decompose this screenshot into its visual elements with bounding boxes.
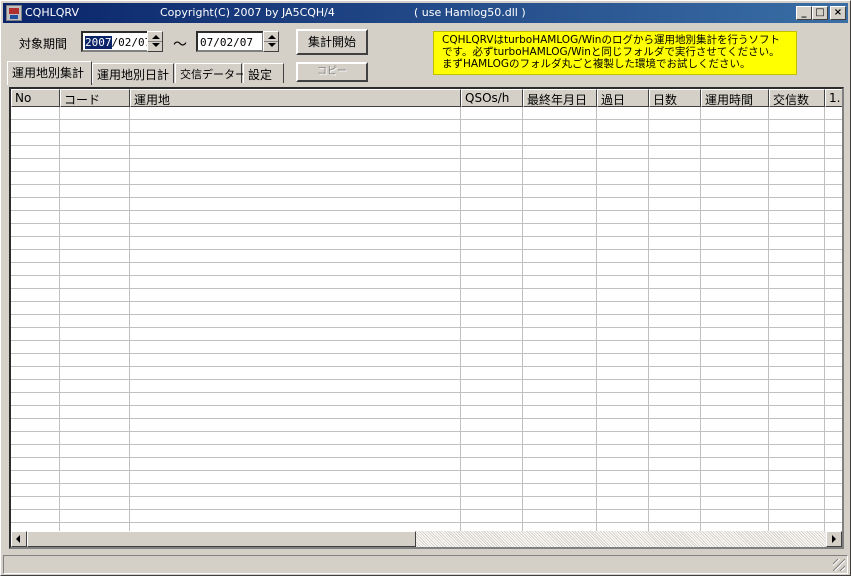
table-row[interactable] — [11, 185, 842, 198]
close-icon[interactable]: × — [830, 6, 846, 20]
table-row[interactable] — [11, 497, 842, 510]
table-row[interactable] — [11, 120, 842, 133]
spin-down-icon[interactable] — [152, 43, 160, 47]
maximize-icon[interactable]: □ — [812, 6, 828, 20]
copy-button[interactable]: コピー — [296, 62, 368, 82]
info-note: CQHLQRVはturboHAMLOG/Winのログから運用地別集計を行うソフト… — [433, 31, 797, 75]
table-row[interactable] — [11, 263, 842, 276]
grid-col-line — [648, 107, 649, 531]
grid-col-line — [596, 107, 597, 531]
column-header-code[interactable]: コード — [60, 89, 130, 107]
scrollbar-track[interactable] — [416, 531, 826, 547]
table-row[interactable] — [11, 406, 842, 419]
spin-up-icon[interactable] — [268, 35, 276, 39]
grid-col-line — [59, 107, 60, 531]
grid-col-line — [522, 107, 523, 531]
table-row[interactable] — [11, 328, 842, 341]
from-date-rest: /02/07 — [111, 36, 152, 49]
table-row[interactable] — [11, 224, 842, 237]
spin-up-icon[interactable] — [152, 35, 160, 39]
spin-divider — [148, 41, 162, 42]
tab-qso-data[interactable]: 交信データー — [175, 63, 246, 83]
table-row[interactable] — [11, 250, 842, 263]
table-row[interactable] — [11, 172, 842, 185]
summary-grid[interactable]: No コード 運用地 QSOs/h 最終年月日 過日 日数 運用時間 交信数 1… — [9, 87, 844, 549]
note-line: です。必ずturboHAMLOG/Winと同じフォルダで実行させてください。 — [442, 46, 780, 58]
tab-location-summary[interactable]: 運用地別集計 — [7, 61, 92, 85]
column-header-days[interactable]: 日数 — [649, 89, 701, 107]
range-tilde: 〜 — [173, 37, 187, 53]
column-header-qso-count[interactable]: 交信数 — [769, 89, 825, 107]
spin-down-icon[interactable] — [268, 43, 276, 47]
table-row[interactable] — [11, 354, 842, 367]
to-date-spinner[interactable] — [263, 31, 279, 52]
column-header-qsos-per-hour[interactable]: QSOs/h — [461, 89, 523, 107]
table-row[interactable] — [11, 289, 842, 302]
status-bar — [3, 555, 848, 574]
table-row[interactable] — [11, 107, 842, 120]
table-row[interactable] — [11, 159, 842, 172]
from-date-spinner[interactable] — [147, 31, 163, 52]
horizontal-scrollbar[interactable] — [11, 531, 842, 547]
to-date-input[interactable]: 07/02/07 — [196, 31, 264, 52]
tab-settings[interactable]: 設定 — [243, 63, 284, 83]
column-header-operating-time[interactable]: 運用時間 — [701, 89, 769, 107]
start-aggregation-button[interactable]: 集計開始 — [296, 29, 368, 55]
table-row[interactable] — [11, 484, 842, 497]
table-row[interactable] — [11, 419, 842, 432]
from-date-year-selected: 2007 — [85, 36, 112, 49]
scrollbar-thumb[interactable] — [27, 531, 416, 547]
grid-col-line — [768, 107, 769, 531]
table-row[interactable] — [11, 510, 842, 523]
period-label: 対象期間 — [19, 37, 68, 51]
grid-rows — [11, 107, 842, 531]
grid-col-line — [824, 107, 825, 531]
table-row[interactable] — [11, 133, 842, 146]
dll-note: ( use Hamlog50.dll ) — [414, 6, 526, 19]
spin-divider — [264, 41, 278, 42]
table-row[interactable] — [11, 393, 842, 406]
grid-col-line — [460, 107, 461, 531]
table-row[interactable] — [11, 432, 842, 445]
table-row[interactable] — [11, 315, 842, 328]
column-header-no[interactable]: No — [11, 89, 60, 107]
table-row[interactable] — [11, 198, 842, 211]
grid-header: No コード 運用地 QSOs/h 最終年月日 過日 日数 運用時間 交信数 1… — [11, 89, 842, 107]
column-header-location[interactable]: 運用地 — [130, 89, 461, 107]
app-title: CQHLQRV — [25, 6, 79, 19]
scroll-left-icon[interactable] — [11, 531, 27, 547]
table-row[interactable] — [11, 471, 842, 484]
table-row[interactable] — [11, 146, 842, 159]
scroll-right-icon[interactable] — [826, 531, 842, 547]
table-row[interactable] — [11, 445, 842, 458]
table-row[interactable] — [11, 211, 842, 224]
resize-grip-icon[interactable] — [833, 559, 845, 571]
copyright-text: Copyright(C) 2007 by JA5CQH/4 — [160, 6, 335, 19]
note-line: CQHLQRVはturboHAMLOG/Winのログから運用地別集計を行うソフト — [442, 34, 780, 46]
grid-col-line — [129, 107, 130, 531]
tab-location-daily[interactable]: 運用地別日計 — [92, 63, 174, 83]
table-row[interactable] — [11, 237, 842, 250]
grid-col-line — [700, 107, 701, 531]
table-row[interactable] — [11, 458, 842, 471]
column-header-last-date[interactable]: 最終年月日 — [523, 89, 597, 107]
table-row[interactable] — [11, 380, 842, 393]
table-row[interactable] — [11, 276, 842, 289]
title-bar[interactable]: CQHLQRV Copyright(C) 2007 by JA5CQH/4 ( … — [3, 3, 848, 23]
column-header-days-ago[interactable]: 過日 — [597, 89, 649, 107]
table-row[interactable] — [11, 302, 842, 315]
note-line: まずHAMLOGのフォルダ丸ごと複製した環境でお試しください。 — [442, 58, 751, 70]
table-row[interactable] — [11, 341, 842, 354]
column-header-extra[interactable]: 1. — [825, 89, 842, 107]
table-row[interactable] — [11, 367, 842, 380]
from-date-input[interactable]: 2007/02/07 — [81, 31, 152, 52]
app-icon[interactable] — [6, 5, 22, 21]
minimize-icon[interactable]: _ — [796, 6, 812, 20]
main-window: CQHLQRV Copyright(C) 2007 by JA5CQH/4 ( … — [0, 0, 851, 576]
